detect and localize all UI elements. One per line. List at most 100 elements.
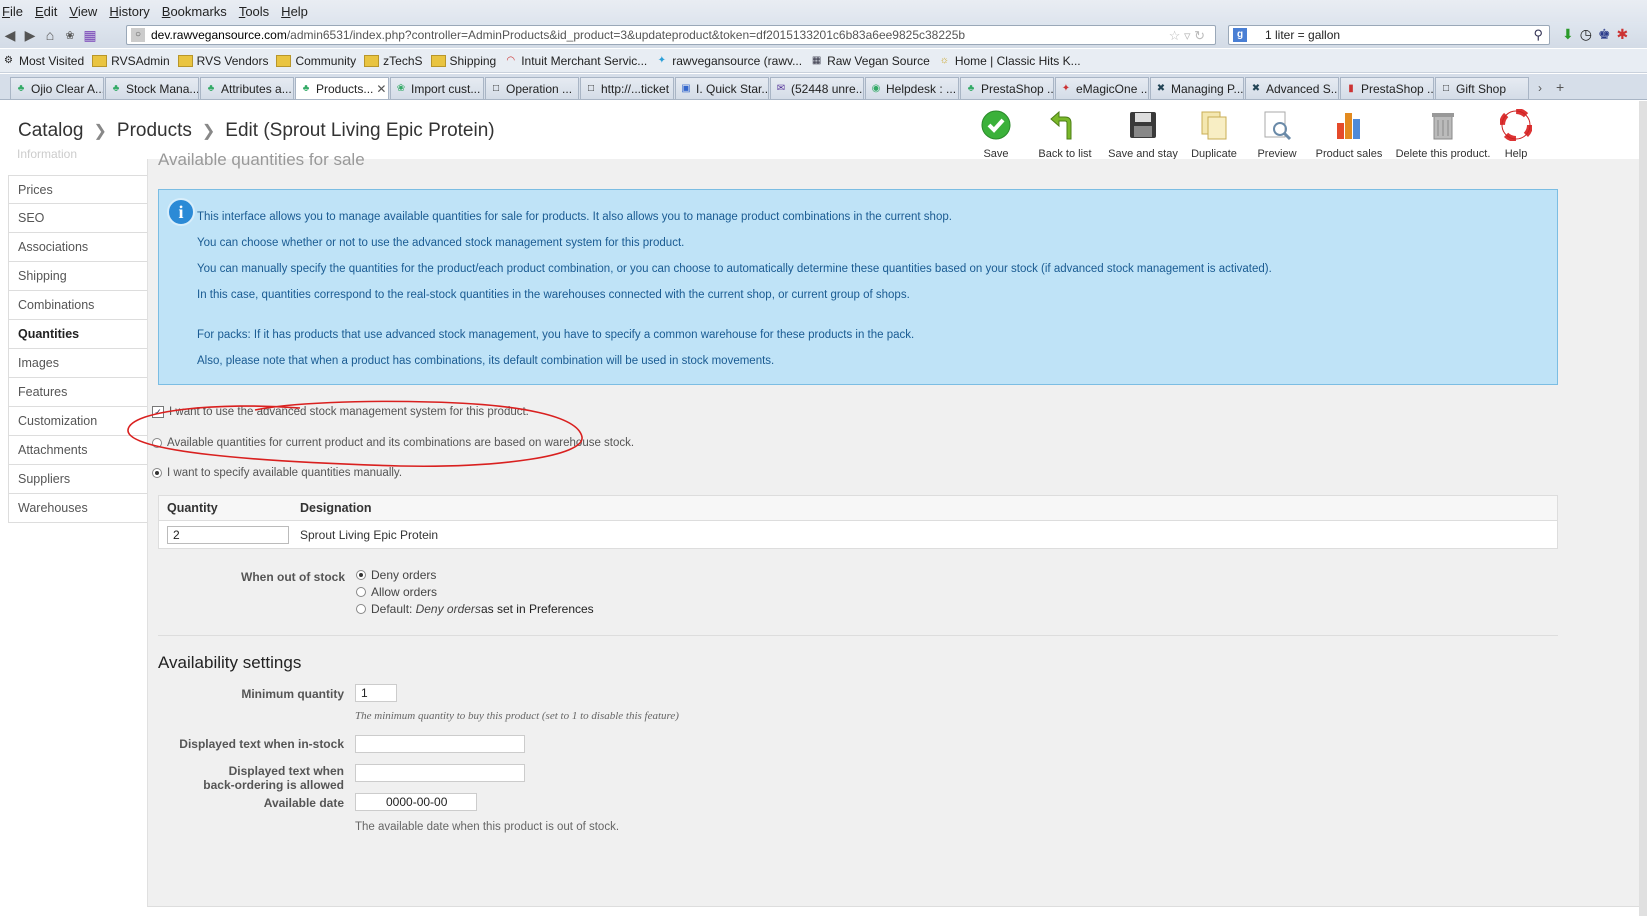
folder-icon bbox=[276, 54, 292, 67]
deny-orders-option: Deny orders bbox=[356, 568, 436, 582]
apps-grid-icon[interactable]: ▦ bbox=[80, 26, 100, 44]
globe-icon: ☼ bbox=[939, 55, 949, 66]
bookmark-classic-hits[interactable]: ☼ Home | Classic Hits K... bbox=[938, 54, 1081, 68]
google-icon[interactable]: g bbox=[1233, 28, 1247, 42]
tab[interactable]: ♣ Attributes a... bbox=[200, 77, 294, 99]
help-button[interactable]: Help bbox=[1499, 108, 1533, 160]
address-bar[interactable]: ○ dev.rawvegansource.com/admin6531/index… bbox=[126, 25, 1216, 45]
tab[interactable]: □ Gift Shop bbox=[1435, 77, 1529, 99]
duplicate-button[interactable]: Duplicate bbox=[1186, 109, 1242, 160]
menu-help[interactable]: Help bbox=[279, 4, 308, 19]
search-icon[interactable]: ⚲ bbox=[1533, 27, 1543, 43]
sidebar-item-customization[interactable]: Customization bbox=[8, 407, 147, 436]
back-to-list-button[interactable]: Back to list bbox=[1035, 109, 1095, 160]
folder-icon bbox=[177, 54, 193, 67]
emagicone-icon: ✦ bbox=[1061, 82, 1071, 94]
gear-icon: ⚙ bbox=[4, 55, 13, 66]
home-icon[interactable]: ⌂ bbox=[40, 26, 60, 44]
delete-product-button[interactable]: Delete this product. bbox=[1394, 109, 1492, 160]
menu-edit[interactable]: Edit bbox=[33, 4, 57, 19]
sidebar-item-shipping[interactable]: Shipping bbox=[8, 262, 147, 291]
default-orders-radio[interactable] bbox=[356, 604, 366, 614]
menu-view[interactable]: View bbox=[67, 4, 97, 19]
sidebar-item-images[interactable]: Images bbox=[8, 349, 147, 378]
tab[interactable]: □ http://...ticket bbox=[580, 77, 674, 99]
advanced-stock-checkbox[interactable]: ✓ bbox=[152, 406, 164, 418]
save-and-stay-button[interactable]: Save and stay bbox=[1105, 109, 1181, 160]
tab[interactable]: ▮ PrestaShop ... bbox=[1340, 77, 1434, 99]
clock-icon[interactable]: ◷ bbox=[1580, 26, 1592, 43]
tab[interactable]: ♣ PrestaShop ... bbox=[960, 77, 1054, 99]
product-sales-button[interactable]: Product sales bbox=[1312, 109, 1386, 160]
menu-file[interactable]: File bbox=[0, 4, 23, 19]
addon-icon[interactable]: ♚ bbox=[1598, 26, 1611, 43]
bookmark-folder[interactable]: Shipping bbox=[430, 54, 496, 68]
bookmark-most-visited[interactable]: ⚙ Most Visited bbox=[2, 54, 84, 68]
forward-arrow-icon[interactable]: ▶ bbox=[20, 26, 40, 44]
scrollbar-track[interactable] bbox=[1639, 101, 1647, 916]
breadcrumb-catalog[interactable]: Catalog bbox=[18, 120, 84, 141]
bookmark-folder[interactable]: Community bbox=[276, 54, 356, 68]
tab[interactable]: ❀ Import cust... bbox=[390, 77, 484, 99]
tab[interactable]: ▣ I. Quick Star... bbox=[675, 77, 769, 99]
sidebar-item-associations[interactable]: Associations bbox=[8, 233, 147, 262]
breadcrumb-products[interactable]: Products bbox=[117, 120, 192, 141]
tab[interactable]: ✖ Advanced S... bbox=[1245, 77, 1339, 99]
menu-bookmarks[interactable]: Bookmarks bbox=[160, 4, 227, 19]
info-text: In this case, quantities correspond to t… bbox=[197, 289, 910, 301]
out-of-stock-label: When out of stock bbox=[241, 570, 345, 584]
sidebar-item-combinations[interactable]: Combinations bbox=[8, 291, 147, 320]
sidebar-item-prices[interactable]: Prices bbox=[8, 175, 147, 204]
menu-history[interactable]: History bbox=[107, 4, 149, 19]
addon-red-icon[interactable]: ✱ bbox=[1617, 26, 1629, 43]
new-tab-icon[interactable]: + bbox=[1556, 79, 1564, 95]
save-button[interactable]: Save bbox=[976, 109, 1016, 160]
back-arrow-icon[interactable]: ◀ bbox=[0, 26, 20, 44]
sidebar-item-features[interactable]: Features bbox=[8, 378, 147, 407]
deny-orders-radio[interactable] bbox=[356, 570, 366, 580]
sidebar-item-attachments[interactable]: Attachments bbox=[8, 436, 147, 465]
bookmark-intuit[interactable]: ◠ Intuit Merchant Servic... bbox=[504, 54, 647, 68]
bookmark-raw-vegan-source[interactable]: ▦ Raw Vegan Source bbox=[810, 54, 930, 68]
backorder-text-input[interactable] bbox=[355, 764, 525, 782]
sidebar-item-seo[interactable]: SEO bbox=[8, 204, 147, 233]
tab-scroll-right-icon[interactable]: › bbox=[1538, 81, 1542, 95]
bookmark-star-icon[interactable]: ☆ ▿ ↻ bbox=[1169, 28, 1205, 44]
quantity-input[interactable]: 2 bbox=[167, 526, 289, 544]
close-tab-icon[interactable]: ✕ bbox=[373, 82, 386, 96]
search-input[interactable]: g 1 liter = gallon ⚲ bbox=[1228, 25, 1550, 45]
tab-label: Managing P... bbox=[1171, 81, 1244, 96]
tab[interactable]: ✉ (52448 unre... bbox=[770, 77, 864, 99]
preview-button[interactable]: Preview bbox=[1252, 109, 1302, 160]
tab[interactable]: ♣ Stock Mana... bbox=[105, 77, 199, 99]
manual-quantity-radio[interactable] bbox=[152, 468, 162, 478]
sidebar-item-information[interactable]: Information bbox=[17, 147, 77, 161]
menu-tools[interactable]: Tools bbox=[237, 4, 269, 19]
download-icon[interactable]: ⬇ bbox=[1562, 26, 1574, 43]
sidebar-item-suppliers[interactable]: Suppliers bbox=[8, 465, 147, 494]
bookmark-folder[interactable]: zTechS bbox=[364, 54, 423, 68]
bookmark-folder[interactable]: RVSAdmin bbox=[92, 54, 170, 68]
tab-label: PrestaShop ... bbox=[981, 81, 1054, 96]
bookmark-label: Community bbox=[295, 53, 357, 68]
url-domain: dev.rawvegansource.com bbox=[151, 28, 287, 42]
warehouse-stock-radio[interactable] bbox=[152, 438, 162, 448]
bookmark-twitter[interactable]: ✦ rawvegansource (rawv... bbox=[655, 54, 803, 68]
tab[interactable]: □ Operation ... bbox=[485, 77, 579, 99]
tab[interactable]: ◉ Helpdesk : ... bbox=[865, 77, 959, 99]
tab[interactable]: ✦ eMagicOne ... bbox=[1055, 77, 1149, 99]
available-date-input[interactable]: 0000-00-00 bbox=[355, 793, 477, 811]
tab[interactable]: ✖ Managing P... bbox=[1150, 77, 1244, 99]
sidebar-item-quantities[interactable]: Quantities bbox=[8, 320, 147, 349]
sidebar-item-warehouses[interactable]: Warehouses bbox=[8, 494, 147, 523]
url-path: /admin6531/index.php?controller=AdminPro… bbox=[286, 28, 966, 42]
allow-orders-radio[interactable] bbox=[356, 587, 366, 597]
in-stock-text-input[interactable] bbox=[355, 735, 525, 753]
folder-icon bbox=[430, 54, 446, 67]
backorder-label-line2: back-ordering is allowed bbox=[203, 778, 344, 792]
tab-active[interactable]: ♣ Products... ✕ bbox=[295, 77, 389, 99]
bookmark-folder[interactable]: RVS Vendors bbox=[177, 54, 268, 68]
settings-icon[interactable]: ❀ bbox=[60, 26, 80, 44]
tab[interactable]: ♣ Ojio Clear A... bbox=[10, 77, 104, 99]
minimum-quantity-input[interactable]: 1 bbox=[355, 684, 397, 702]
